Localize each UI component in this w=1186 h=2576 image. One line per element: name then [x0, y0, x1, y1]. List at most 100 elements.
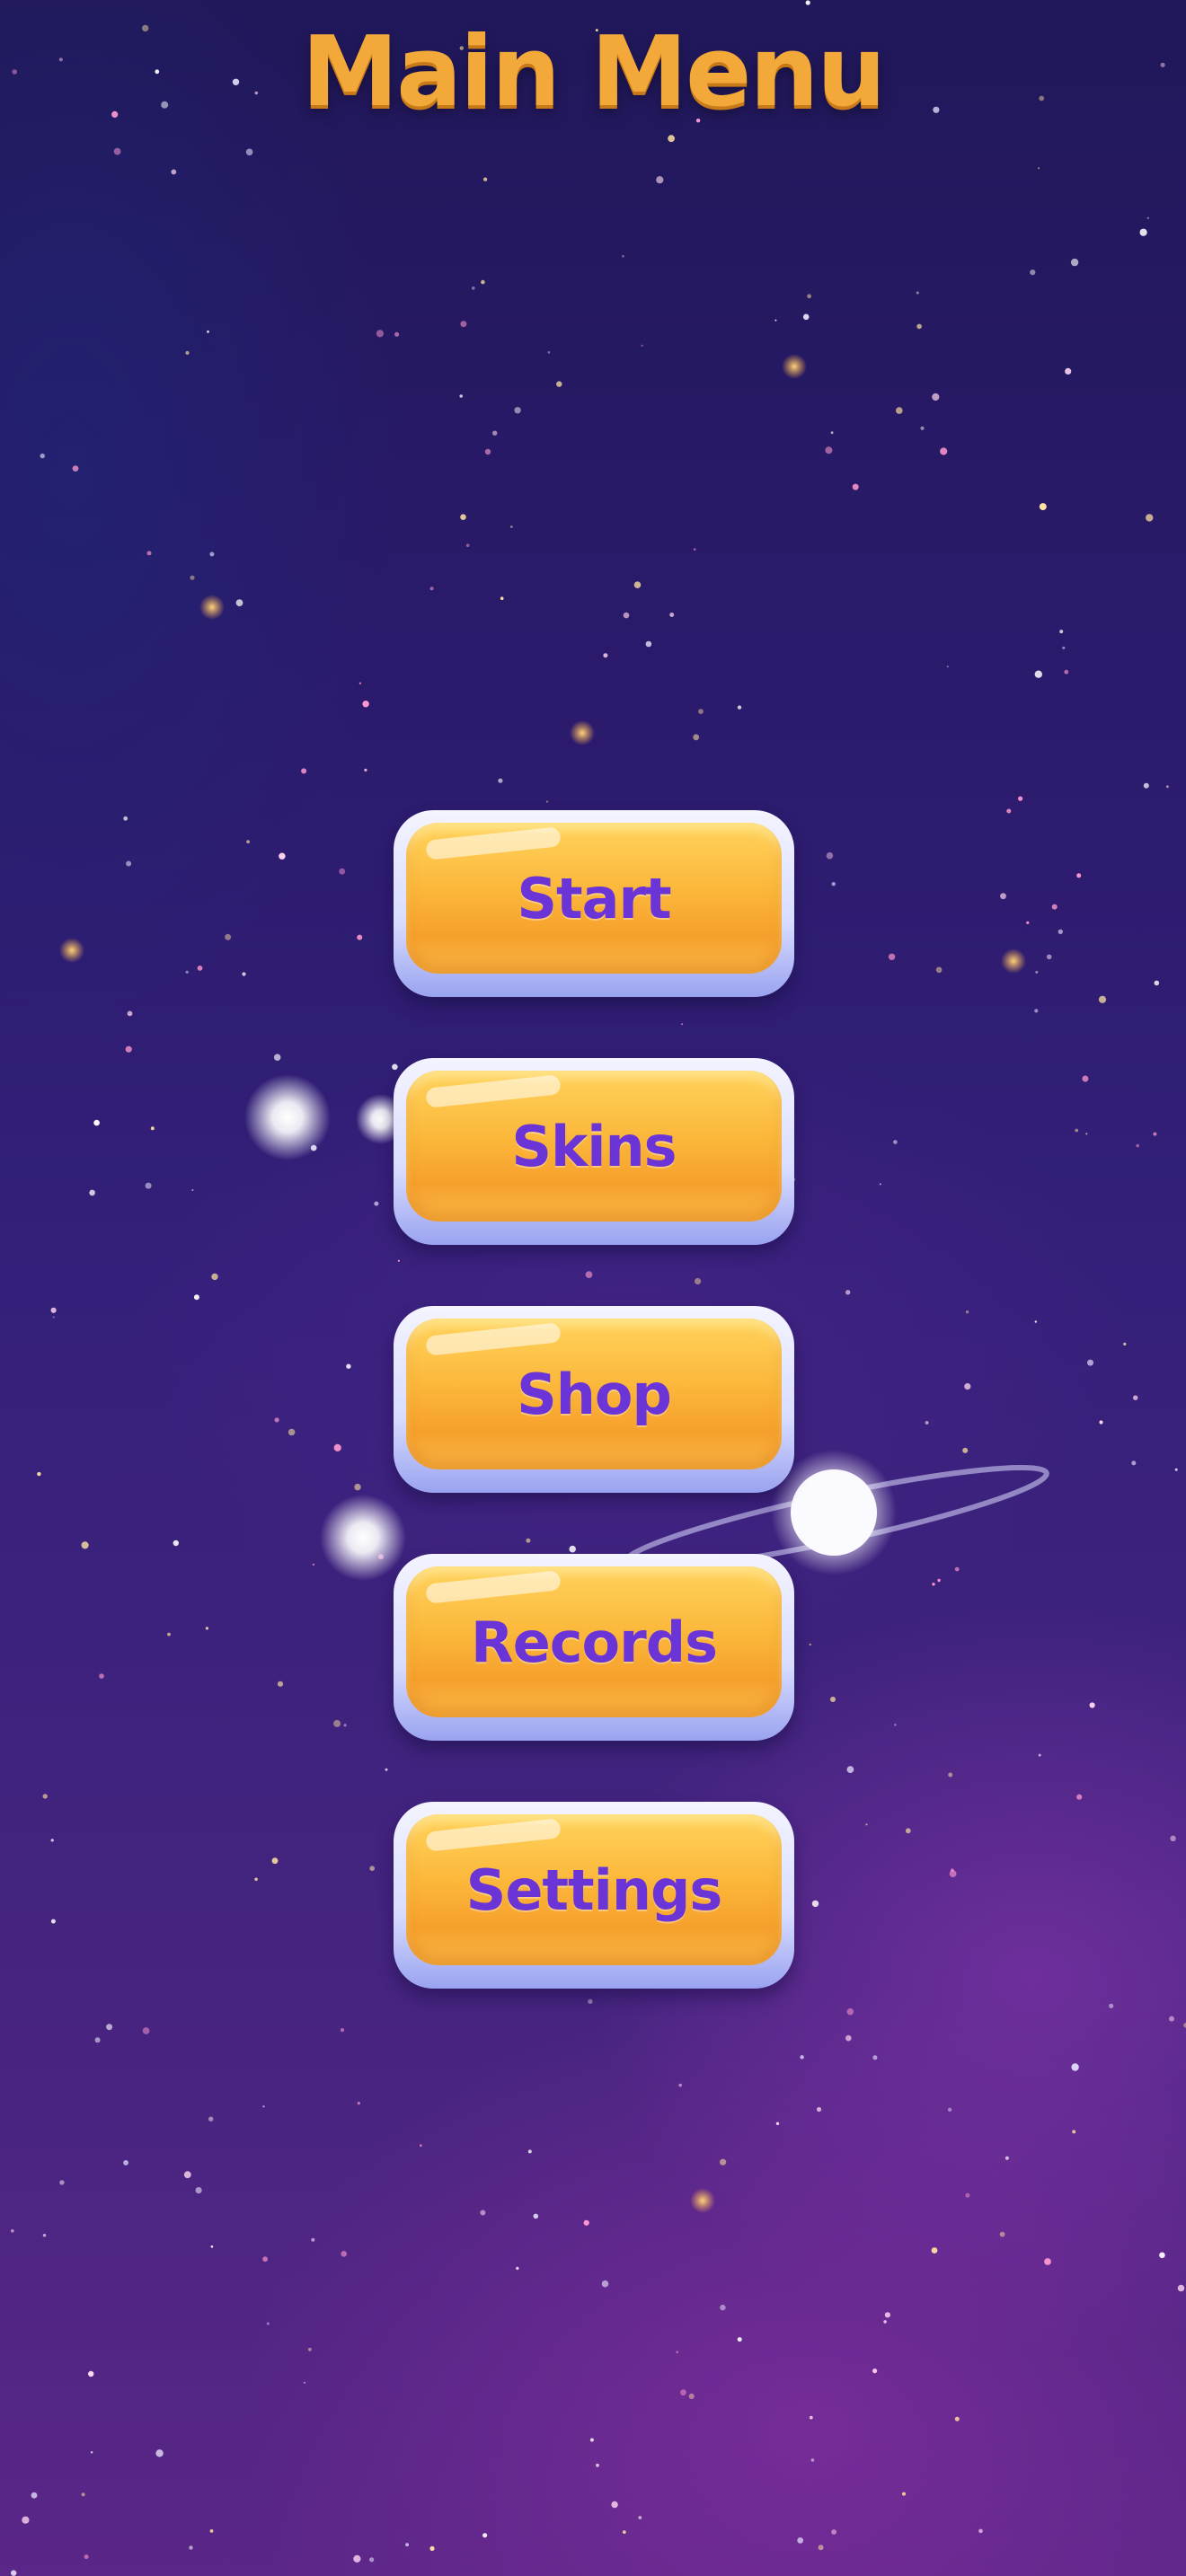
- star: [516, 2266, 519, 2271]
- star: [1131, 1460, 1137, 1466]
- star: [333, 1719, 341, 1727]
- star: [1026, 921, 1030, 924]
- star: [1154, 980, 1160, 986]
- star: [303, 2381, 306, 2384]
- star: [775, 2122, 780, 2125]
- star: [978, 2528, 983, 2534]
- star: [680, 2389, 686, 2396]
- star: [94, 2037, 101, 2043]
- star: [354, 1483, 361, 1491]
- start-button[interactable]: Start: [394, 810, 794, 997]
- star: [484, 448, 491, 455]
- star: [1018, 796, 1023, 801]
- star: [825, 446, 833, 454]
- star: [818, 2545, 824, 2551]
- star: [50, 1307, 57, 1313]
- star: [142, 2027, 150, 2034]
- star: [193, 1294, 199, 1301]
- star: [346, 1363, 351, 1369]
- star: [805, 0, 810, 5]
- star: [1030, 269, 1036, 276]
- star: [308, 2347, 312, 2351]
- star: [623, 612, 630, 619]
- star: [1089, 1702, 1095, 1708]
- star: [638, 2516, 642, 2519]
- star: [1038, 1753, 1041, 1757]
- star: [52, 1316, 55, 1319]
- records-button[interactable]: Records: [394, 1554, 794, 1741]
- star: [254, 1877, 258, 1882]
- star: [301, 768, 307, 774]
- star: [656, 176, 664, 184]
- star: [698, 709, 704, 714]
- star: [962, 1447, 969, 1453]
- starfield-background: [11, 0, 1186, 2576]
- star: [266, 2322, 270, 2325]
- star: [902, 2492, 906, 2496]
- star: [797, 2537, 804, 2544]
- star: [208, 2116, 214, 2122]
- star: [405, 2543, 409, 2547]
- star: [262, 2105, 265, 2108]
- star: [1076, 1794, 1083, 1800]
- star: [1146, 216, 1149, 219]
- star: [362, 701, 369, 708]
- star: [339, 868, 346, 875]
- star: [311, 2237, 315, 2242]
- star: [954, 2416, 960, 2422]
- star: [1169, 2016, 1174, 2022]
- star: [999, 2231, 1005, 2237]
- star: [190, 575, 195, 580]
- star: [22, 2516, 30, 2524]
- star: [669, 613, 675, 617]
- skins-button[interactable]: Skins: [394, 1058, 794, 1245]
- star: [1133, 1395, 1138, 1400]
- star: [262, 2256, 268, 2263]
- star: [931, 2247, 938, 2254]
- star: [1146, 514, 1154, 522]
- star: [333, 1443, 341, 1451]
- star: [482, 2533, 488, 2538]
- star: [965, 2192, 970, 2198]
- star: [312, 1563, 315, 1566]
- star: [603, 653, 608, 658]
- star: [374, 1201, 379, 1206]
- star: [1064, 669, 1069, 675]
- star: [123, 2160, 129, 2166]
- star: [1005, 2156, 1009, 2160]
- star: [385, 1768, 388, 1771]
- star: [167, 1632, 171, 1636]
- bright-star: [244, 1074, 406, 1581]
- star: [288, 1428, 296, 1436]
- star: [106, 2024, 113, 2031]
- star: [1076, 873, 1082, 878]
- star: [1153, 1132, 1157, 1136]
- star: [1099, 1420, 1103, 1425]
- star: [150, 1126, 155, 1131]
- star: [1062, 646, 1066, 649]
- star: [816, 2106, 822, 2113]
- star: [527, 2149, 532, 2154]
- shop-button[interactable]: Shop: [394, 1306, 794, 1493]
- settings-button[interactable]: Settings: [394, 1802, 794, 1989]
- star: [1136, 1143, 1139, 1148]
- star: [1034, 1009, 1039, 1013]
- star: [964, 1383, 971, 1390]
- star: [693, 734, 700, 741]
- star: [369, 2557, 375, 2563]
- star: [510, 525, 513, 528]
- star: [429, 587, 434, 591]
- star: [465, 543, 470, 547]
- star: [954, 1566, 960, 1572]
- star: [556, 381, 562, 387]
- star: [782, 354, 807, 379]
- star: [831, 2529, 836, 2535]
- star: [376, 330, 384, 338]
- star: [123, 816, 128, 821]
- main-menu-title: Main Menu: [301, 16, 886, 128]
- star: [279, 852, 286, 860]
- star: [596, 2463, 599, 2467]
- star: [273, 1054, 281, 1061]
- star: [545, 800, 549, 803]
- star: [611, 2501, 618, 2509]
